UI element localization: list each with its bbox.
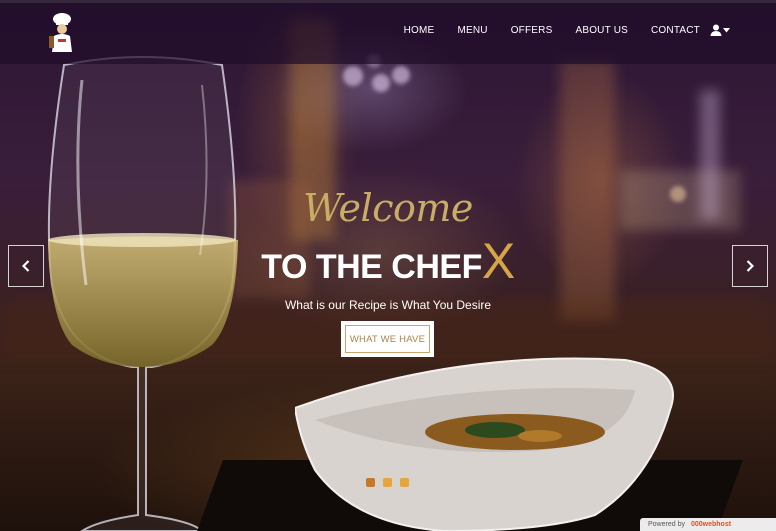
top-navbar: HOME MENU OFFERS ABOUT US CONTACT <box>0 0 776 64</box>
carousel-prev-button[interactable] <box>8 245 44 287</box>
nav-menu: HOME MENU OFFERS ABOUT US CONTACT <box>404 24 730 36</box>
nav-about-us[interactable]: ABOUT US <box>575 25 628 36</box>
badge-prefix: Powered by <box>648 521 685 528</box>
hero-headline: TO THE CHEFX <box>0 236 776 286</box>
what-we-have-button[interactable]: WHAT WE HAVE <box>341 321 434 357</box>
carousel-dot-2[interactable] <box>383 478 392 487</box>
chevron-left-icon <box>22 260 30 272</box>
powered-by-badge[interactable]: Powered by 000webhost <box>640 518 776 531</box>
user-icon <box>710 24 722 36</box>
caret-down-icon <box>723 27 730 32</box>
hero-tagline: What is our Recipe is What You Desire <box>284 298 492 312</box>
chevron-right-icon <box>746 260 754 272</box>
top-border <box>0 0 776 3</box>
carousel-dot-1[interactable] <box>366 478 375 487</box>
carousel-indicators <box>366 478 417 487</box>
headline-main-text: TO THE CHEF <box>261 248 482 286</box>
nav-offers[interactable]: OFFERS <box>511 25 553 36</box>
badge-brand: 000webhost <box>690 521 732 528</box>
wine-glass-image <box>47 56 238 531</box>
cta-label: WHAT WE HAVE <box>345 325 430 353</box>
chef-logo-icon[interactable] <box>46 12 78 54</box>
nav-home[interactable]: HOME <box>404 25 435 36</box>
headline-accent-text: X <box>481 233 515 289</box>
user-dropdown[interactable] <box>710 24 730 36</box>
food-bowl-image <box>295 357 674 531</box>
welcome-heading: Welcome <box>303 186 473 230</box>
carousel-next-button[interactable] <box>732 245 768 287</box>
nav-menu-link[interactable]: MENU <box>457 25 487 36</box>
carousel-dot-3[interactable] <box>400 478 409 487</box>
nav-contact[interactable]: CONTACT <box>651 25 700 36</box>
